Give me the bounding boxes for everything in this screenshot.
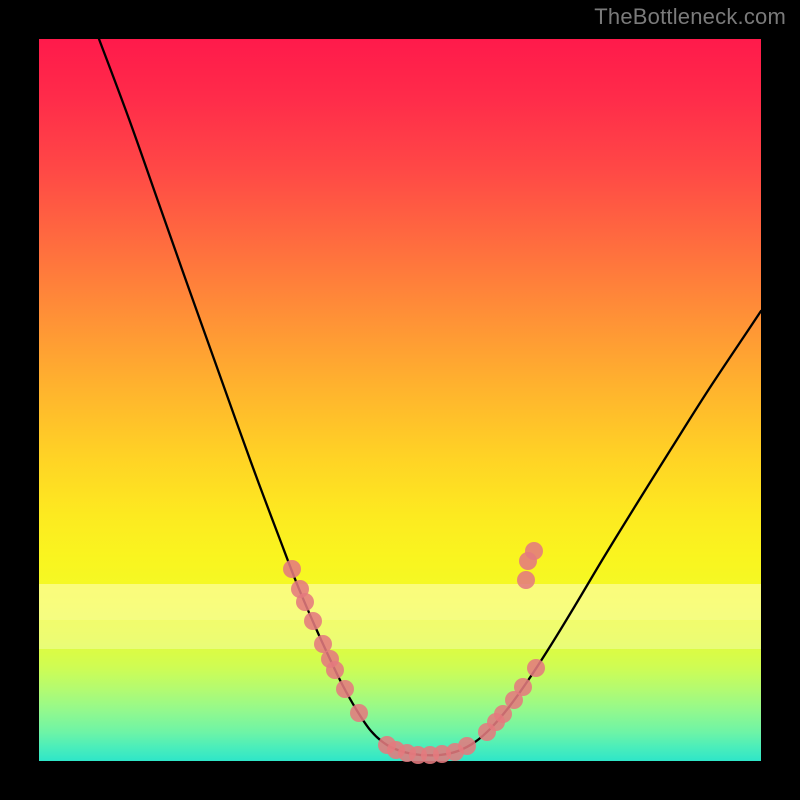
data-marker [458, 737, 476, 755]
curve-left [99, 39, 420, 755]
data-marker [304, 612, 322, 630]
marker-group [283, 542, 545, 764]
data-marker [527, 659, 545, 677]
data-marker [296, 593, 314, 611]
curve-right [420, 311, 761, 755]
data-marker [283, 560, 301, 578]
plot-area [39, 39, 761, 761]
data-marker [525, 542, 543, 560]
watermark-text: TheBottleneck.com [594, 4, 786, 30]
data-marker [514, 678, 532, 696]
chart-svg [39, 39, 761, 761]
data-marker [350, 704, 368, 722]
data-marker [517, 571, 535, 589]
data-marker [336, 680, 354, 698]
chart-frame: TheBottleneck.com [0, 0, 800, 800]
data-marker [326, 661, 344, 679]
data-marker [494, 705, 512, 723]
